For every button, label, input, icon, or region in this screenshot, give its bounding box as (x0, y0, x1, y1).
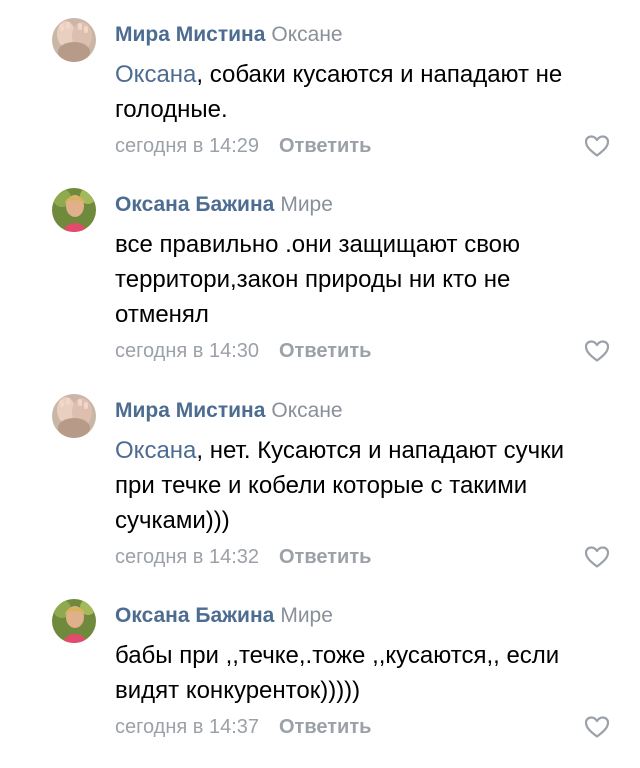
comment-footer: сегодня в 14:29 Ответить (115, 131, 610, 161)
comment-header: Оксана Бажина Мире (115, 193, 610, 217)
comment-text: Оксана, собаки кусаются и нападают не го… (115, 57, 610, 127)
author-name[interactable]: Оксана Бажина (115, 604, 274, 627)
avatar-mira-mistina[interactable] (52, 18, 96, 62)
comment-footer: сегодня в 14:37 Ответить (115, 712, 610, 742)
author-name[interactable]: Оксана Бажина (115, 193, 274, 216)
comment-body: все правильно .они защищают свою террито… (115, 231, 521, 328)
comment-footer: сегодня в 14:32 Ответить (115, 542, 610, 572)
reply-to-name[interactable]: Мире (280, 604, 333, 627)
reply-button[interactable]: Ответить (279, 135, 371, 157)
avatar-hands-icon (52, 394, 96, 438)
reply-to-name[interactable]: Оксане (271, 399, 342, 422)
comment-header: Оксана Бажина Мире (115, 604, 610, 628)
mention-link[interactable]: Оксана (115, 61, 196, 88)
reply-button[interactable]: Ответить (279, 340, 371, 362)
heart-outline-icon[interactable] (584, 339, 610, 363)
comment-text: Оксана, нет. Кусаются и нападают сучки п… (115, 433, 610, 538)
comment-content: Мира Мистина Оксане Оксана, нет. Кусаются… (115, 399, 610, 572)
author-name[interactable]: Мира Мистина (115, 23, 265, 46)
avatar-oksana-bazhina[interactable] (52, 188, 96, 232)
heart-outline-icon[interactable] (584, 134, 610, 158)
comment-footer: сегодня в 14:30 Ответить (115, 336, 610, 366)
mention-link[interactable]: Оксана (115, 437, 196, 464)
comment-list: Мира Мистина Оксане Оксана, собаки кусают… (0, 0, 640, 768)
reply-to-name[interactable]: Оксане (271, 23, 342, 46)
avatar-oksana-bazhina[interactable] (52, 599, 96, 643)
comment-timestamp: сегодня в 14:30 (115, 340, 259, 362)
comment-timestamp: сегодня в 14:32 (115, 546, 259, 568)
author-name[interactable]: Мира Мистина (115, 399, 265, 422)
avatar-woman-icon (52, 188, 96, 232)
comment-text: все правильно .они защищают свою террито… (115, 227, 610, 332)
reply-button[interactable]: Ответить (279, 546, 371, 568)
reply-button[interactable]: Ответить (279, 716, 371, 738)
comment-header: Мира Мистина Оксане (115, 23, 610, 47)
comment-content: Мира Мистина Оксане Оксана, собаки кусают… (115, 23, 610, 161)
avatar-mira-mistina[interactable] (52, 394, 96, 438)
comment-content: Оксана Бажина Мире бабы при ,,течке,.тоже… (115, 604, 610, 742)
comment-timestamp: сегодня в 14:37 (115, 716, 259, 738)
avatar-woman-icon (52, 599, 96, 643)
heart-outline-icon[interactable] (584, 545, 610, 569)
comment-content: Оксана Бажина Мире все правильно .они защ… (115, 193, 610, 366)
comment-body: бабы при ,,течке,.тоже ,,кусаются,, если… (115, 642, 560, 704)
avatar-hands-icon (52, 18, 96, 62)
comment-header: Мира Мистина Оксане (115, 399, 610, 423)
comment-text: бабы при ,,течке,.тоже ,,кусаются,, если… (115, 638, 610, 708)
comment-timestamp: сегодня в 14:29 (115, 135, 259, 157)
heart-outline-icon[interactable] (584, 715, 610, 739)
reply-to-name[interactable]: Мире (280, 193, 333, 216)
